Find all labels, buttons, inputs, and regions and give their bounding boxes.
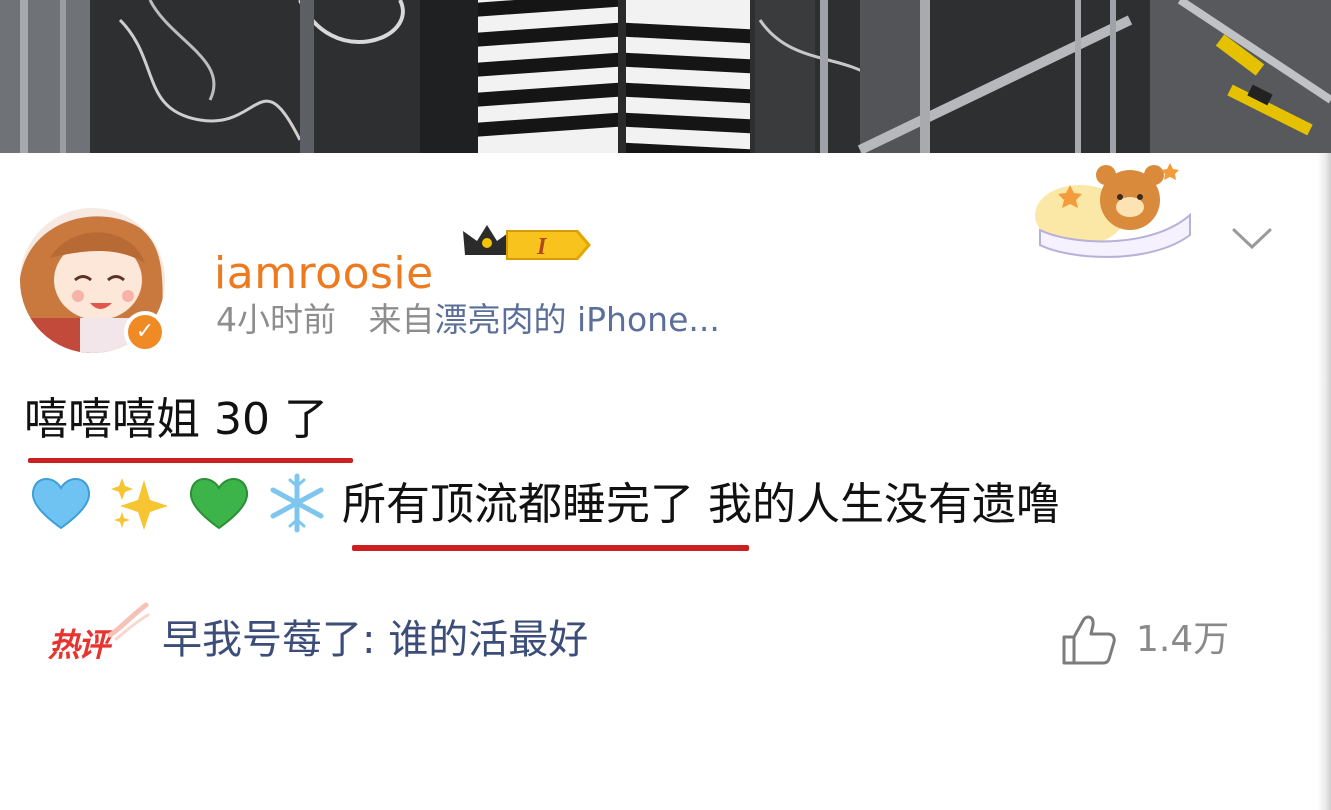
weibo-post-screenshot: ✓ iamroosie I 4小时前 来自漂亮肉的 iPhone... 嘻嘻嘻姐… [0,0,1331,810]
post-text-line-2-content: 所有顶流都睡完了 我的人生没有遗噜 [342,479,1060,530]
verified-badge: ✓ [124,311,166,353]
verified-check-icon: ✓ [128,315,162,349]
vip-level-label: I [536,234,548,260]
thumbs-up-icon[interactable] [1060,613,1116,667]
striped-pants-photo [0,0,1331,153]
post-text-line-1: 嘻嘻嘻姐 30 了 [24,394,328,445]
post-image-strip[interactable] [0,0,1331,153]
card-edge [1317,153,1331,810]
source-device-link[interactable]: 漂亮肉的 iPhone... [435,300,720,339]
hot-comment-text: 早我号莓了: 谁的活最好 [162,617,589,663]
green-heart-icon [189,478,249,530]
post-meta: 4小时前 来自漂亮肉的 iPhone... [216,300,720,340]
vip-crown-badge-icon[interactable]: I [457,221,591,269]
chevron-down-icon[interactable] [1231,227,1273,251]
like-count: 1.4万 [1136,619,1230,660]
red-underline-2 [352,545,749,551]
hot-comment-row[interactable]: 热评 早我号莓了: 谁的活最好 1.4万 [0,593,1310,693]
username[interactable]: iamroosie [214,249,434,299]
blue-heart-icon [31,478,91,530]
flame-swoosh-icon [107,602,150,641]
source-prefix: 来自 [368,300,435,339]
snowflake-icon [270,473,324,533]
bear-sticker-icon [1035,163,1191,258]
post-card: ✓ iamroosie I 4小时前 来自漂亮肉的 iPhone... 嘻嘻嘻姐… [0,153,1331,810]
sparkles-icon [111,478,168,530]
red-underline-1 [28,458,353,463]
hot-comment-tag: 热评 [48,626,110,664]
post-time: 4小时前 [216,300,336,339]
